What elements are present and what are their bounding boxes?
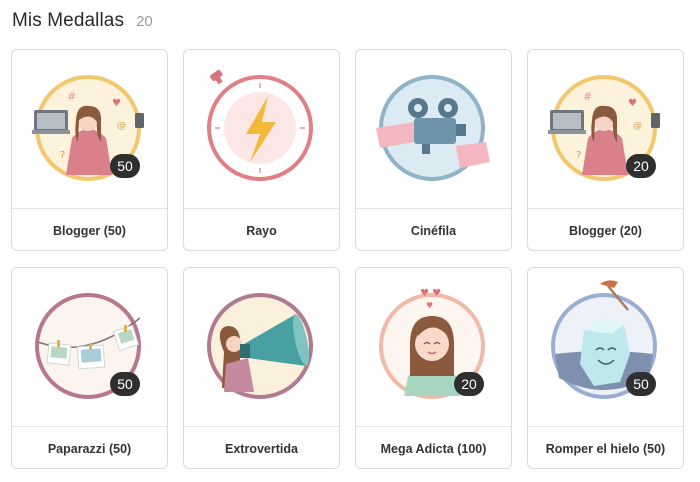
svg-text:♥: ♥ — [628, 98, 637, 109]
photos-clothesline-medal-icon — [35, 293, 141, 399]
svg-text:@: @ — [117, 121, 126, 131]
medal-label: Extrovertida — [225, 441, 298, 456]
medal-art — [184, 50, 339, 209]
page-header: Mis Medallas 20 — [12, 10, 153, 32]
medal-art — [356, 50, 511, 209]
svg-text:#: # — [583, 90, 592, 103]
medal-level-badge: 50 — [110, 154, 140, 178]
medal-card-blogger-20[interactable]: # ♥ @ ? 20 Blogger (20) — [527, 49, 684, 251]
medal-card-paparazzi-50[interactable]: 50 Paparazzi (50) — [11, 267, 168, 469]
lightning-medal-icon — [207, 69, 313, 181]
svg-text:?: ? — [60, 150, 65, 161]
svg-text:?: ? — [576, 150, 581, 161]
blogger-medal-icon: # ♥ @ ? — [32, 75, 144, 181]
medal-card-rayo[interactable]: Rayo — [183, 49, 340, 251]
medal-level-badge: 50 — [626, 372, 656, 396]
medal-card-mega-adicta-100[interactable]: ♥ ♥ ♥ 20 Mega Adicta (100) — [355, 267, 512, 469]
svg-text:♥: ♥ — [112, 98, 121, 109]
medal-label: Romper el hielo (50) — [545, 441, 666, 456]
svg-text:♥: ♥ — [426, 301, 433, 310]
svg-text:♥ ♥: ♥ ♥ — [420, 288, 441, 299]
medal-art: 50 — [528, 268, 683, 427]
medal-card-romper-el-hielo-50[interactable]: 50 Romper el hielo (50) — [527, 267, 684, 469]
medal-level-badge: 20 — [626, 154, 656, 178]
medal-card-blogger-50[interactable]: # ♥ @ ? 50 Blogger (50) — [11, 49, 168, 251]
girl-hearts-medal-icon: ♥ ♥ ♥ — [379, 288, 485, 399]
medal-label: Blogger (20) — [569, 223, 642, 238]
medal-level-badge: 50 — [110, 372, 140, 396]
medal-card-cinefila[interactable]: Cinéfila — [355, 49, 512, 251]
medal-art — [184, 268, 339, 427]
page-title: Mis Medallas — [12, 10, 125, 31]
medal-art: # ♥ @ ? 20 — [528, 50, 683, 209]
medals-grid: # ♥ @ ? 50 Blogger (50) Rayo Cinéfila # … — [11, 49, 684, 469]
medal-card-extrovertida[interactable]: Extrovertida — [183, 267, 340, 469]
ice-cube-medal-icon — [551, 280, 657, 399]
blogger-medal-icon: # ♥ @ ? — [548, 75, 660, 181]
medal-label: Mega Adicta (100) — [380, 441, 487, 456]
medal-label: Blogger (50) — [53, 223, 126, 238]
medal-art: # ♥ @ ? 50 — [12, 50, 167, 209]
film-projector-medal-icon — [376, 75, 490, 181]
medal-label: Rayo — [246, 223, 277, 238]
medal-art: 50 — [12, 268, 167, 427]
medal-count: 20 — [136, 13, 153, 30]
megaphone-medal-icon — [207, 293, 313, 399]
svg-text:@: @ — [633, 121, 642, 131]
medal-label: Paparazzi (50) — [47, 441, 132, 456]
medal-art: ♥ ♥ ♥ 20 — [356, 268, 511, 427]
medal-level-badge: 20 — [454, 372, 484, 396]
svg-text:#: # — [67, 90, 76, 103]
medal-label: Cinéfila — [410, 223, 457, 238]
